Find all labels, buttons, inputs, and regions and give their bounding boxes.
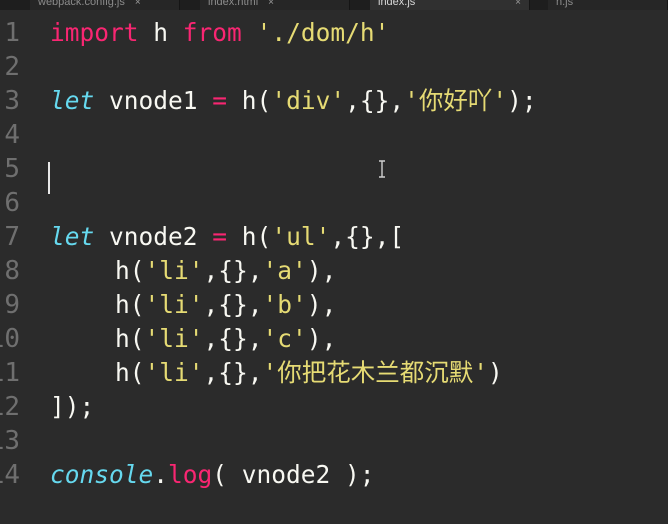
code-text: h( bbox=[115, 256, 145, 285]
code-text: ,{}, bbox=[203, 358, 263, 387]
tab-label: index.js bbox=[378, 0, 416, 8]
method-name: log bbox=[168, 460, 213, 489]
tab-webpack-config[interactable]: webpack.config.js × bbox=[30, 0, 180, 10]
string-literal: './dom/h' bbox=[256, 18, 390, 47]
keyword: let bbox=[50, 86, 95, 115]
code-text: . bbox=[153, 460, 169, 489]
code-line-11: h('li',{},'你把花木兰都沉默') bbox=[115, 356, 503, 390]
code-line-9: h('li',{},'b'), bbox=[115, 288, 336, 322]
code-text: ) bbox=[488, 358, 503, 387]
code-text: h( bbox=[115, 358, 145, 387]
code-line-14: console.log( vnode2 ); bbox=[50, 458, 375, 492]
ibeam-cursor-icon bbox=[379, 160, 385, 178]
operator: = bbox=[212, 222, 228, 251]
code-text: vnode2 bbox=[94, 222, 213, 251]
string-literal: 'li' bbox=[144, 324, 204, 353]
string-literal: 'a' bbox=[262, 256, 307, 285]
code-text: ), bbox=[306, 256, 337, 285]
tab-label: h.js bbox=[556, 0, 574, 8]
close-icon[interactable]: × bbox=[515, 0, 521, 8]
string-literal: 'b' bbox=[262, 290, 307, 319]
keyword: let bbox=[50, 222, 95, 251]
code-text: ,{}, bbox=[345, 86, 405, 115]
tab-index-js[interactable]: index.js × bbox=[370, 0, 530, 10]
string-literal: 'div' bbox=[271, 86, 346, 115]
keyword: from bbox=[182, 18, 242, 47]
code-text: ); bbox=[507, 86, 537, 115]
keyword: import bbox=[50, 18, 139, 47]
tab-label: webpack.config.js bbox=[38, 0, 125, 8]
code-text: ,{},[ bbox=[330, 222, 405, 251]
code-line-8: h('li',{},'a'), bbox=[115, 254, 336, 288]
string-literal: 'li' bbox=[144, 256, 204, 285]
code-editor[interactable]: webpack.config.js × index.html × index.j… bbox=[0, 0, 668, 524]
code-text: h bbox=[138, 18, 183, 47]
close-icon[interactable]: × bbox=[135, 0, 141, 8]
code-line-3: let vnode1 = h('div',{},'你好吖'); bbox=[50, 84, 537, 118]
text-cursor bbox=[48, 162, 50, 194]
code-text: h( bbox=[227, 86, 272, 115]
string-literal: '你把花木兰都沉默' bbox=[262, 358, 489, 387]
code-text: h( bbox=[115, 290, 145, 319]
code-text: ,{}, bbox=[203, 256, 263, 285]
object-name: console bbox=[50, 460, 154, 489]
code-text: ,{}, bbox=[203, 290, 263, 319]
code-text: h( bbox=[227, 222, 272, 251]
code-text: ]); bbox=[50, 392, 95, 421]
code-line-7: let vnode2 = h('ul',{},[ bbox=[50, 220, 404, 254]
code-text: ,{}, bbox=[203, 324, 263, 353]
operator: = bbox=[212, 86, 228, 115]
code-text: ), bbox=[306, 324, 337, 353]
string-literal: 'c' bbox=[262, 324, 307, 353]
code-line-1: import h from './dom/h' bbox=[50, 16, 389, 50]
string-literal: 'li' bbox=[144, 358, 204, 387]
code-text: ( vnode2 ); bbox=[212, 460, 375, 489]
code-line-12: ]); bbox=[50, 390, 94, 424]
tab-bar: webpack.config.js × index.html × index.j… bbox=[0, 0, 668, 10]
string-literal: 'ul' bbox=[271, 222, 331, 251]
tab-label: index.html bbox=[208, 0, 259, 8]
tab-index-html[interactable]: index.html × bbox=[200, 0, 350, 10]
code-text: vnode1 bbox=[94, 86, 213, 115]
code-line-10: h('li',{},'c'), bbox=[115, 322, 336, 356]
tab-h-js[interactable]: h.js bbox=[548, 0, 668, 10]
code-area[interactable]: import h from './dom/h' let vnode1 = h('… bbox=[0, 10, 668, 524]
code-text: h( bbox=[115, 324, 145, 353]
code-text: ), bbox=[306, 290, 337, 319]
close-icon[interactable]: × bbox=[268, 0, 274, 8]
string-literal: 'li' bbox=[144, 290, 204, 319]
string-literal: '你好吖' bbox=[404, 86, 508, 115]
